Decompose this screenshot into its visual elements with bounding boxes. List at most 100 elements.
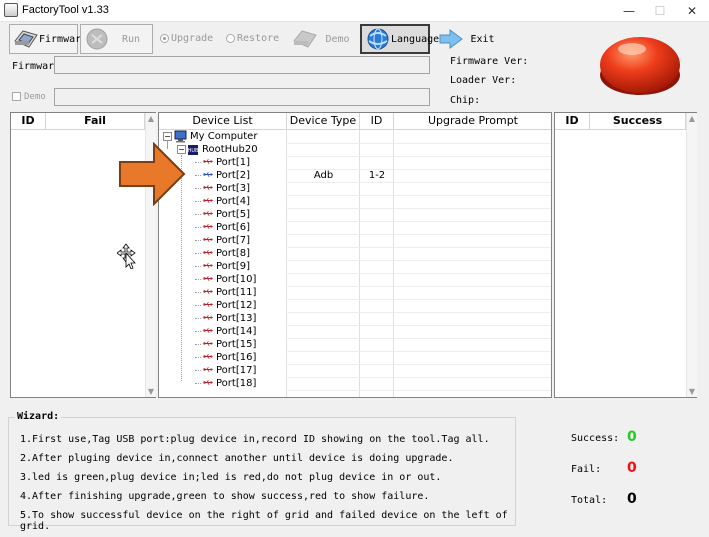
port-name: Port[18] <box>216 378 257 389</box>
total-count-label: Total: <box>571 495 608 506</box>
port-name: Port[17] <box>216 365 257 376</box>
firmware-icon <box>14 30 38 48</box>
port-row[interactable]: Port[1] <box>159 156 551 169</box>
port-row[interactable]: Port[15] <box>159 338 551 351</box>
upgrade-radio[interactable]: Upgrade <box>160 33 213 44</box>
success-grid-scrollbar[interactable]: ▲ ▼ <box>686 113 697 397</box>
success-grid-id-header[interactable]: ID <box>555 113 590 130</box>
port-device-type: Adb <box>313 170 334 181</box>
arrow-right-icon <box>439 29 463 49</box>
success-grid-success-header[interactable]: Success <box>590 113 686 130</box>
device-id-header[interactable]: ID <box>360 113 394 130</box>
usb-port-icon <box>203 288 214 295</box>
usb-port-icon <box>203 353 214 360</box>
run-icon <box>86 28 108 50</box>
tree-hub-label: RootHub20 <box>202 144 258 155</box>
port-row[interactable]: Port[17] <box>159 364 551 377</box>
fail-grid-fail-header[interactable]: Fail <box>46 113 145 130</box>
port-device-id: 1-2 <box>368 170 386 181</box>
wizard-title: Wizard: <box>15 411 62 422</box>
success-count-label: Success: <box>571 433 620 444</box>
upgrade-prompt-header[interactable]: Upgrade Prompt <box>394 113 551 130</box>
tree-root-label: My Computer <box>190 131 258 142</box>
demo-checkbox[interactable] <box>12 92 21 101</box>
demo-button[interactable]: Demo <box>288 24 358 54</box>
port-name: Port[15] <box>216 339 257 350</box>
loader-ver-label: Loader Ver: <box>450 75 517 86</box>
run-button-label: Run <box>121 33 141 45</box>
run-button[interactable]: Run <box>80 24 153 54</box>
firmware-ver-label: Firmware Ver: <box>450 56 529 67</box>
port-name: Port[8] <box>216 248 250 259</box>
usb-port-icon <box>203 366 214 373</box>
port-name: Port[9] <box>216 261 250 272</box>
port-name: Port[4] <box>216 196 250 207</box>
usb-port-icon <box>203 210 214 217</box>
port-row[interactable]: Port[5] <box>159 208 551 221</box>
wizard-line-2: 2.After pluging device in,connect anothe… <box>20 453 454 464</box>
restore-radio-dot <box>226 34 235 43</box>
port-row[interactable]: Port[10] <box>159 273 551 286</box>
port-name: Port[12] <box>216 300 257 311</box>
port-row[interactable]: Port[18] <box>159 377 551 390</box>
fail-grid-id-header[interactable]: ID <box>11 113 46 130</box>
device-grid[interactable]: Device List Device Type ID Upgrade Promp… <box>158 112 552 398</box>
port-row[interactable]: Port[8] <box>159 247 551 260</box>
success-grid[interactable]: ID Success ▲ ▼ <box>554 112 697 398</box>
usb-port-icon <box>203 158 214 165</box>
status-light-button <box>600 37 680 95</box>
port-row[interactable]: Port[6] <box>159 221 551 234</box>
port-row[interactable]: Port[7] <box>159 234 551 247</box>
usb-port-icon <box>203 301 214 308</box>
language-button[interactable]: Language <box>360 24 439 54</box>
port-name: Port[11] <box>216 287 257 298</box>
device-list-header[interactable]: Device List <box>159 113 287 130</box>
usb-port-icon <box>203 249 214 256</box>
port-row[interactable]: Port[16] <box>159 351 551 364</box>
port-row[interactable]: Port[11] <box>159 286 551 299</box>
svg-text:HUB: HUB <box>188 148 199 154</box>
row-divider <box>286 390 551 391</box>
port-name: Port[5] <box>216 209 250 220</box>
move-cursor-icon <box>117 243 136 269</box>
port-name: Port[16] <box>216 352 257 363</box>
firmware-button[interactable]: Firmware <box>9 24 87 54</box>
minimize-button[interactable]: — <box>614 0 644 22</box>
exit-button-label: Exit <box>470 33 495 45</box>
usb-port-icon <box>203 340 214 347</box>
firmware-path-field[interactable] <box>54 56 430 74</box>
close-button[interactable]: ✕ <box>677 0 707 22</box>
wizard-line-3: 3.led is green,plug device in;led is red… <box>20 472 442 483</box>
total-count-value: 0 <box>627 491 637 507</box>
upgrade-radio-dot <box>160 34 169 43</box>
port-row[interactable]: Port[13] <box>159 312 551 325</box>
usb-port-icon <box>203 262 214 269</box>
port-name: Port[14] <box>216 326 257 337</box>
usb-port-icon <box>203 379 214 386</box>
port-row[interactable]: Port[12] <box>159 299 551 312</box>
maximize-button[interactable]: ☐ <box>645 0 675 22</box>
port-name: Port[10] <box>216 274 257 285</box>
demo-button-label: Demo <box>325 33 350 45</box>
wizard-panel: Wizard: 1.First use,Tag USB port:plug de… <box>8 411 516 532</box>
exit-button[interactable]: Exit <box>434 24 502 54</box>
port-row[interactable]: Port[3] <box>159 182 551 195</box>
arrow-right-indicator-icon <box>119 142 186 206</box>
wizard-line-1: 1.First use,Tag USB port:plug device in,… <box>20 434 490 445</box>
usb-port-icon <box>203 236 214 243</box>
device-type-header[interactable]: Device Type <box>287 113 360 130</box>
port-row[interactable]: Port[9] <box>159 260 551 273</box>
usb-port-icon <box>203 197 214 204</box>
chip-label: Chip: <box>450 95 481 106</box>
port-row[interactable]: Port[4] <box>159 195 551 208</box>
demo-path-field[interactable] <box>54 88 430 106</box>
language-button-label: Language <box>391 33 440 45</box>
demo-checkbox-label: Demo <box>24 92 46 102</box>
restore-radio[interactable]: Restore <box>226 33 279 44</box>
port-row[interactable]: Port[2] Adb 1-2 <box>159 169 551 182</box>
collapse-toggle-icon[interactable]: − <box>163 132 172 141</box>
port-row[interactable]: Port[14] <box>159 325 551 338</box>
wizard-line-4: 4.After finishing upgrade,green to show … <box>20 491 430 502</box>
title-bar: FactoryTool v1.33 — ☐ ✕ <box>0 0 709 22</box>
demo-icon <box>293 30 317 48</box>
